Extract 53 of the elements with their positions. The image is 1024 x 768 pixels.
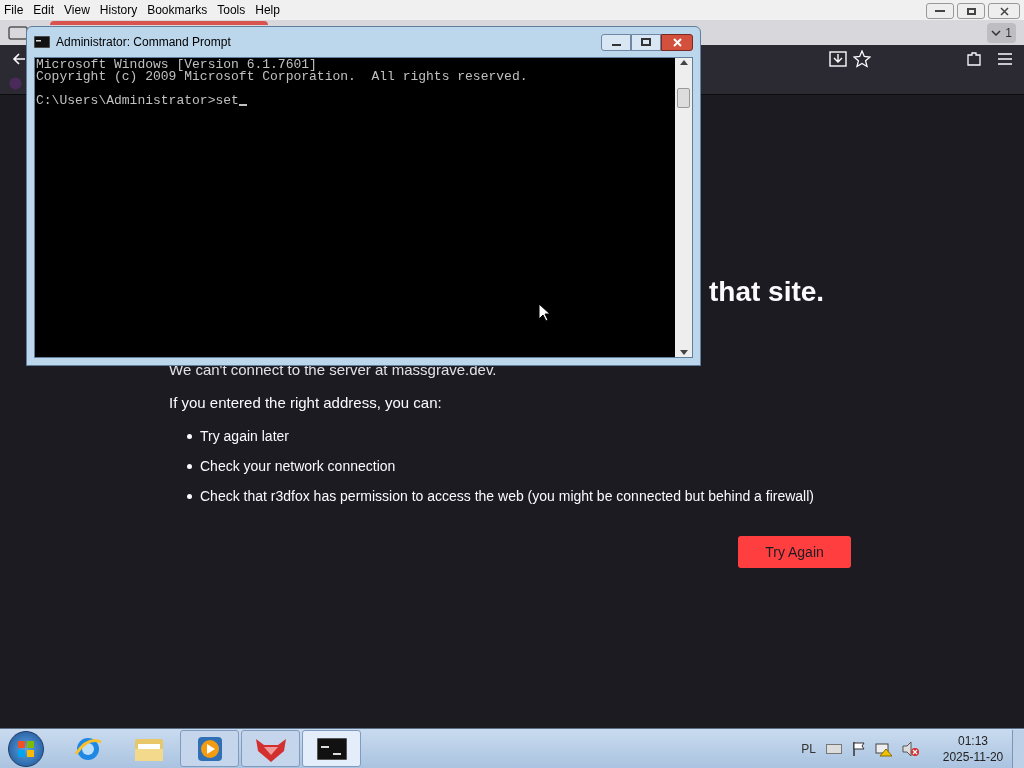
suggestion-text: Check your network connection <box>200 457 396 476</box>
window-title: Administrator: Command Prompt <box>56 34 231 51</box>
mouse-pointer-icon <box>538 303 550 322</box>
taskbar-app[interactable] <box>302 730 361 767</box>
minimize-button[interactable] <box>926 3 954 19</box>
suggestion-text: Check that r3dfox has permission to access the web (you might be connected but behind a firewall) <box>200 487 814 506</box>
console-line: Microsoft Windows [Version 6.1.7601] <box>36 59 317 71</box>
scroll-up-icon[interactable] <box>679 60 688 65</box>
close-button[interactable] <box>661 33 693 51</box>
menu-icon[interactable] <box>998 52 1012 65</box>
menu-item[interactable]: Tools <box>217 1 246 19</box>
clock-time[interactable]: 01:13 <box>958 732 988 749</box>
tab-list-button[interactable]: 1 <box>987 22 1016 43</box>
back-arrow-icon[interactable] <box>12 51 26 66</box>
scroll-down-icon[interactable] <box>679 350 688 355</box>
puzzle-icon[interactable] <box>966 50 982 67</box>
star-icon[interactable] <box>853 49 871 68</box>
terminal-icon <box>34 36 50 48</box>
chevron-icon <box>991 29 1002 36</box>
error-heading: that site. <box>709 276 825 307</box>
hint-text: If you entered the right address, you can: <box>169 392 443 413</box>
windows-logo-icon <box>17 739 35 758</box>
muted-speaker-icon[interactable] <box>902 740 920 757</box>
keyboard-icon[interactable] <box>826 743 842 754</box>
scrollbar[interactable] <box>675 58 692 357</box>
terminal-icon <box>316 737 347 760</box>
play-icon <box>196 735 223 762</box>
menu-item[interactable]: View <box>64 1 90 19</box>
close-icon <box>999 6 1009 16</box>
close-button[interactable] <box>988 3 1020 19</box>
menu-item[interactable]: Bookmarks <box>147 1 208 19</box>
console-line: Copyright (c) 2009 Microsoft Corporation. All rights reserved. <box>36 71 529 83</box>
text-cursor <box>238 104 247 106</box>
start-button[interactable] <box>8 730 44 767</box>
maximize-button[interactable] <box>631 33 661 51</box>
language-indicator[interactable]: PL <box>801 739 816 758</box>
flag-icon[interactable] <box>852 740 866 757</box>
suggestion-text: Try again later <box>200 427 289 446</box>
clock-date[interactable]: 2025-11-20 <box>942 748 1004 765</box>
scroll-thumb[interactable] <box>677 87 690 108</box>
menu-item[interactable]: File <box>4 1 24 19</box>
download-icon[interactable] <box>829 50 847 67</box>
minimize-button[interactable] <box>601 33 631 51</box>
try-again-button[interactable]: Try Again <box>738 536 851 568</box>
tabs-icon[interactable] <box>8 24 28 41</box>
menu-item[interactable]: Edit <box>33 1 55 19</box>
menu-item[interactable]: History <box>99 1 138 19</box>
restore-button[interactable] <box>957 3 985 19</box>
console-area[interactable]: Microsoft Windows [Version 6.1.7601] Copyright (c) 2009 Microsoft Corporation. All rights reserved. C:\Users\Administrator>set <box>35 58 675 357</box>
close-icon <box>672 37 682 47</box>
network-icon[interactable] <box>875 740 893 757</box>
menu-item[interactable]: Help <box>255 1 280 19</box>
console-prompt: C:\Users\Administrator>set <box>36 95 239 107</box>
